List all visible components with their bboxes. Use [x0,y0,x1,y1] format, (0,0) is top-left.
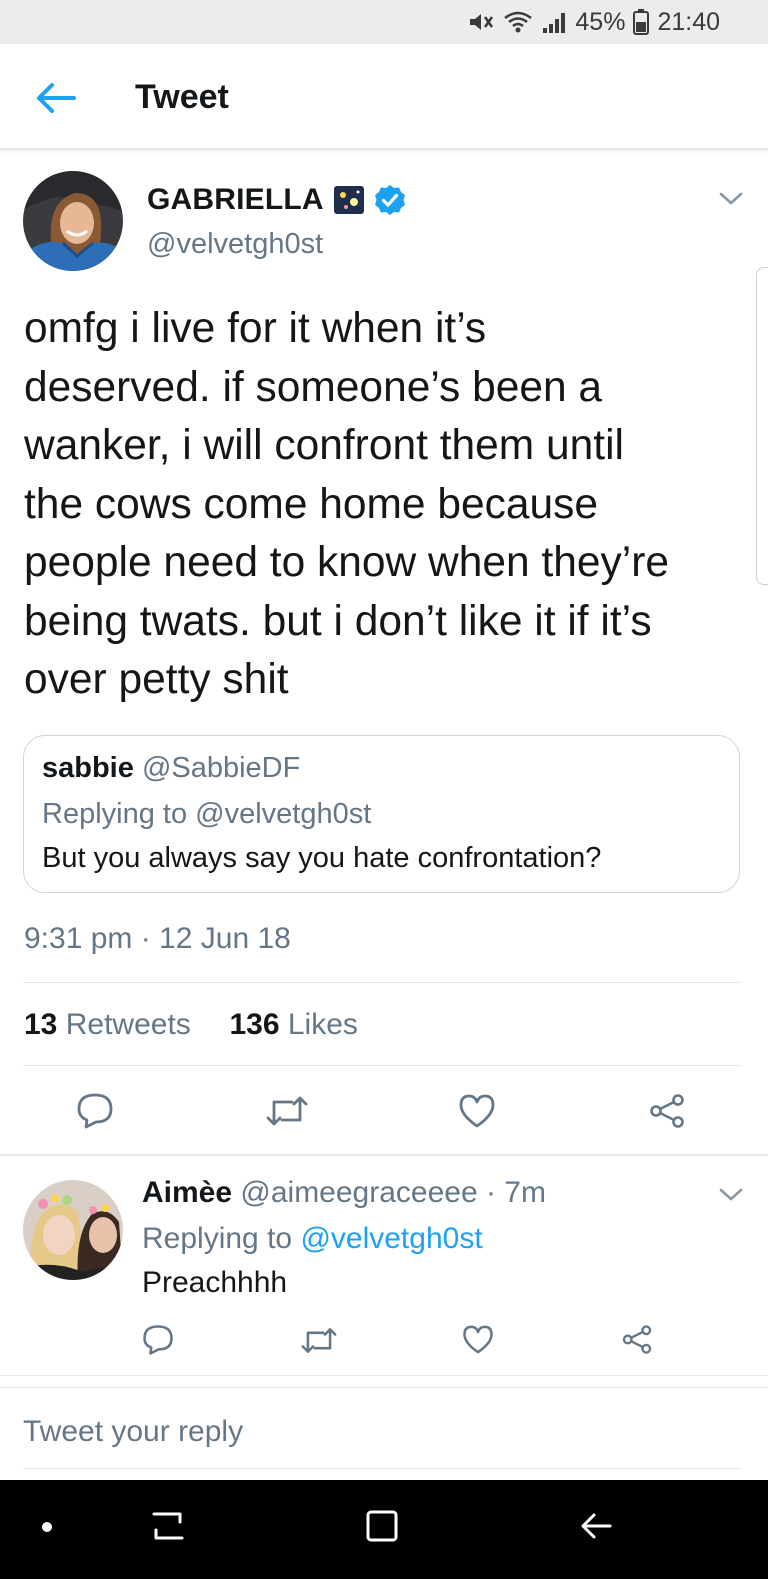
author-handle[interactable]: @velvetgh0st [147,228,323,261]
battery-icon [633,9,650,35]
heart-icon[interactable] [462,1324,494,1355]
mute-icon [470,14,494,30]
share-icon[interactable] [621,1324,653,1355]
heart-icon[interactable] [458,1093,496,1129]
reply-icon[interactable] [76,1092,114,1130]
reply-compose-input[interactable]: Tweet your reply [23,1415,243,1449]
avatar-image [23,171,123,271]
likes-count: 136 [229,1008,280,1041]
replying-mention-link[interactable]: @velvetgh0st [300,1222,482,1255]
share-icon[interactable] [648,1093,686,1129]
scrollbar[interactable] [756,267,768,585]
retweets-label: Retweets [65,1008,191,1041]
retweet-icon[interactable] [266,1094,308,1128]
tweet-text-line: being twats. but i don’t like it if it’s [24,597,652,645]
quoted-replying-to: Replying to @velvetgh0st [42,798,372,830]
quoted-name: sabbie [42,752,134,784]
section-separator [0,1387,768,1388]
page-title: Tweet [135,78,229,116]
app-bar: Tweet [0,44,768,150]
avatar[interactable] [23,171,123,271]
divider [23,1065,741,1066]
arrow-left-icon[interactable] [34,80,78,116]
chevron-down-icon[interactable] [718,190,744,208]
retweet-icon[interactable] [301,1326,337,1355]
section-separator [0,1375,768,1376]
status-bar: 45% 21:40 [0,0,768,44]
likes-stat[interactable]: 136 Likes [221,1008,358,1041]
back-icon[interactable] [578,1508,614,1544]
section-separator [0,1154,768,1156]
tweet-text-line: deserved. if someone’s been a [24,363,603,411]
home-icon[interactable] [364,1508,400,1544]
system-nav-bar [0,1480,768,1579]
tweet-text-line: over petty shit [24,656,289,703]
retweets-stat[interactable]: 13 Retweets [24,1008,199,1041]
quoted-author: sabbie @SabbieDF [42,752,300,785]
battery-percent: 45% [575,7,626,36]
wifi-icon [504,11,533,33]
reply-replying-to: Replying to @velvetgh0st [142,1222,483,1256]
retweets-count: 13 [24,1008,58,1041]
likes-label: Likes [287,1008,358,1041]
reply-name: Aimèe [142,1176,233,1209]
sparkles-emoji-icon [333,186,364,214]
display-name: GABRIELLA [147,183,324,216]
status-time: 21:40 [657,7,720,36]
reply-meta: @aimeegraceeee · 7m [240,1176,546,1209]
reply-text: Preachhhh [142,1266,288,1299]
replying-prefix: Replying to [142,1222,293,1255]
divider [23,982,741,983]
avatar-image [23,1180,123,1280]
compose-underline [23,1468,741,1469]
reply-author-line[interactable]: Aimèe @aimeegraceeee · 7m [142,1176,546,1210]
tweet-text-line: the cows come home because [24,480,599,528]
reply-icon[interactable] [142,1324,174,1356]
quoted-text: But you always say you hate confrontatio… [42,842,602,874]
tweet-text-line: omfg i live for it when it’s [24,305,487,352]
verified-badge-icon [374,185,405,215]
quoted-handle: @SabbieDF [141,752,301,784]
tweet-text-line: wanker, i will confront them until [24,422,624,469]
recent-apps-icon[interactable] [150,1508,186,1544]
signal-icon [543,13,566,33]
tweet-text-line: people need to know when they’re [24,539,670,586]
author-name-line[interactable]: GABRIELLA [147,183,406,217]
tweet-text: omfg i live for it when it’s deserved. i… [24,300,744,710]
chevron-down-icon[interactable] [718,1186,744,1204]
dot-icon[interactable] [40,1520,54,1534]
tweet-timestamp: 9:31 pm · 12 Jun 18 [24,922,291,955]
engagement-stats: 13 Retweets 136 Likes [24,1008,358,1042]
reply-avatar[interactable] [23,1180,123,1280]
quoted-tweet-card[interactable]: sabbie @SabbieDF Replying to @velvetgh0s… [23,735,740,893]
